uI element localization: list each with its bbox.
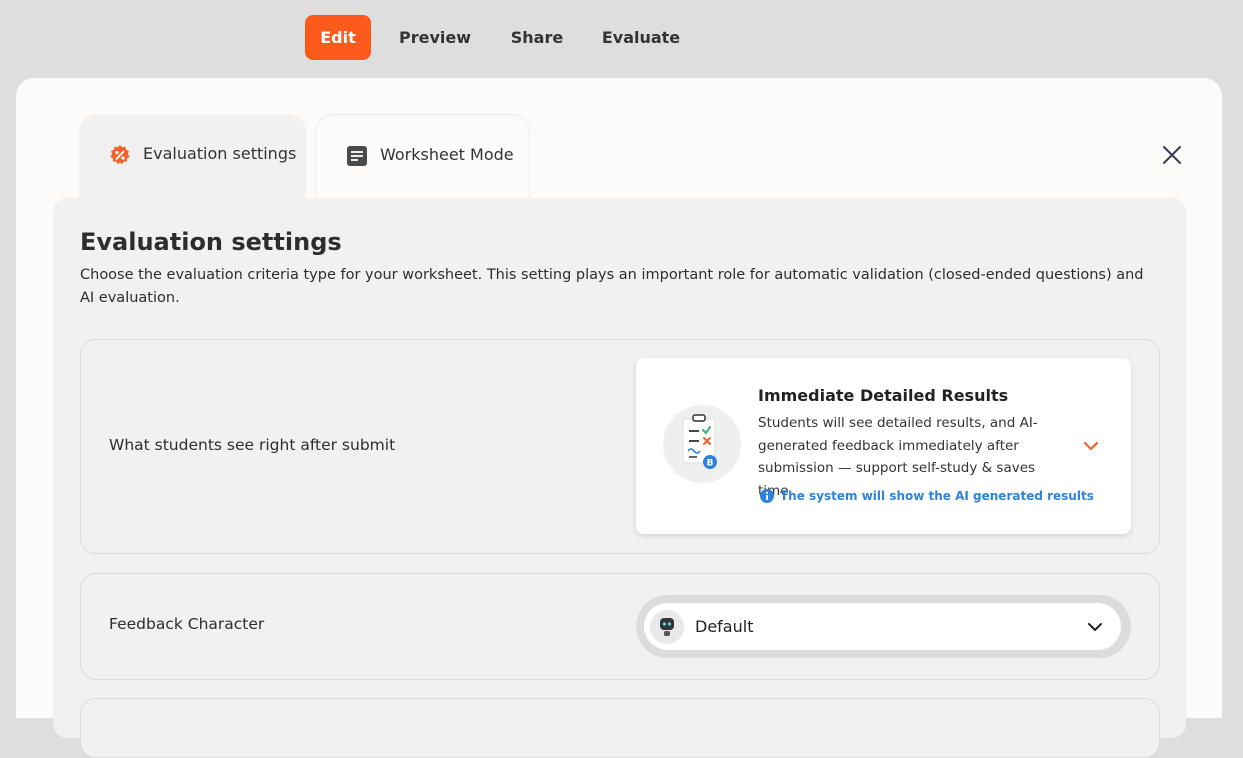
info-note: The system will show the AI generated re… xyxy=(760,489,1094,503)
panel-description: Choose the evaluation criteria type for … xyxy=(80,267,1144,306)
panel-title: Evaluation settings xyxy=(80,228,342,256)
share-tab-button[interactable]: Share xyxy=(505,15,569,60)
percent-badge-icon xyxy=(109,144,131,166)
settings-modal: Evaluation settings Worksheet Mode Evalu… xyxy=(16,78,1222,758)
tab-evaluation-settings[interactable]: Evaluation settings xyxy=(79,114,306,198)
feedback-character-select[interactable]: Default xyxy=(636,595,1131,658)
robot-avatar-icon xyxy=(650,609,684,644)
top-navigation-bar: Edit Preview Share Evaluate xyxy=(0,0,1243,78)
close-icon[interactable] xyxy=(1160,143,1184,167)
results-mode-dropdown[interactable]: B Immediate Detailed Results Students wi… xyxy=(636,358,1131,534)
info-note-text: The system will show the AI generated re… xyxy=(780,489,1094,503)
tab-worksheet-mode[interactable]: Worksheet Mode xyxy=(315,114,530,198)
tab-label: Evaluation settings xyxy=(143,144,297,163)
evaluation-settings-panel: Evaluation settings Choose the evaluatio… xyxy=(53,198,1186,758)
feedback-character-setting-row: Feedback Character Default xyxy=(80,573,1160,680)
chevron-down-icon[interactable] xyxy=(1087,619,1103,633)
select-value: Default xyxy=(695,617,754,636)
feedback-character-label: Feedback Character xyxy=(109,615,265,633)
tab-label: Worksheet Mode xyxy=(380,145,514,164)
next-setting-row xyxy=(80,698,1160,758)
after-submit-label: What students see right after submit xyxy=(109,436,396,454)
info-icon xyxy=(760,489,774,503)
after-submit-setting-row: What students see right after submit B I… xyxy=(80,339,1160,554)
option-title: Immediate Detailed Results xyxy=(758,386,1009,405)
clipboard-checklist-icon: B xyxy=(663,405,741,483)
document-icon xyxy=(346,145,368,167)
svg-text:B: B xyxy=(707,459,714,469)
evaluate-tab-button[interactable]: Evaluate xyxy=(600,15,682,60)
edit-tab-button[interactable]: Edit xyxy=(305,15,371,60)
preview-tab-button[interactable]: Preview xyxy=(395,15,475,60)
select-field[interactable]: Default xyxy=(644,603,1121,650)
chevron-down-icon[interactable] xyxy=(1082,438,1100,452)
